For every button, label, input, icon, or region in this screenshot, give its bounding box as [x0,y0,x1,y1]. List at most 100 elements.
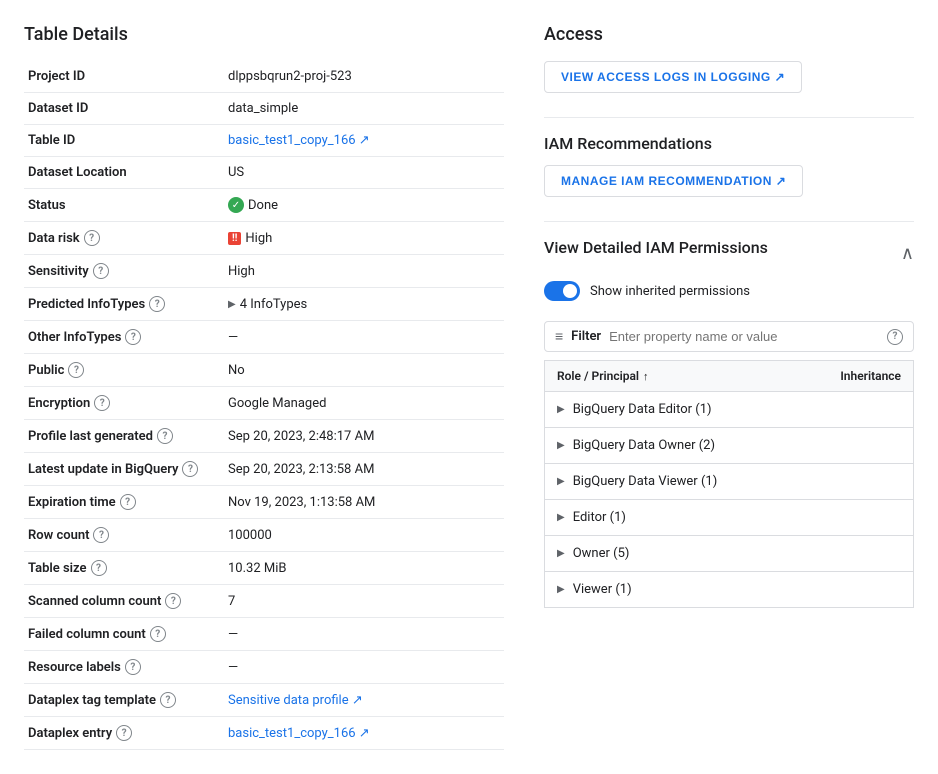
table-row: Row count?100000 [24,519,504,552]
table-row: Dataset IDdata_simple [24,93,504,125]
chevron-right-icon: ▶ [557,584,565,595]
row-label: Dataset Location [28,165,127,180]
row-label: Predicted InfoTypes [28,297,145,312]
table-details: Project ID dlppsbqrun2-proj-523 Dataset ID… [24,61,504,750]
table-row: Status ✓Done [24,189,504,222]
row-link[interactable]: basic_test1_copy_166 ↗ [228,726,370,741]
iam-permissions-section: View Detailed IAM Permissions ∧ Show inh… [544,238,914,608]
row-label: Table size [28,561,87,576]
role-row[interactable]: ▶Owner (5) [544,535,914,571]
chevron-right-icon: ▶ [557,476,565,487]
row-value: US [228,165,244,180]
row-value: 10.32 MiB [228,561,287,576]
table-row: Encryption?Google Managed [24,387,504,420]
help-icon[interactable]: ? [93,527,109,543]
help-icon[interactable]: ? [182,461,198,477]
row-label: Public [28,363,64,378]
show-inherited-toggle[interactable] [544,281,580,301]
inheritance-col-header: Inheritance [840,369,901,383]
help-icon[interactable]: ? [165,593,181,609]
row-link[interactable]: Sensitive data profile ↗ [228,693,363,708]
row-label: Scanned column count [28,594,161,609]
table-row: Data risk? ‼ High [24,222,504,255]
row-label: Data risk [28,231,80,246]
collapse-icon[interactable]: ∧ [901,243,914,264]
role-label: BigQuery Data Viewer (1) [573,474,901,489]
table-row: Expiration time?Nov 19, 2023, 1:13:58 AM [24,486,504,519]
role-label: Editor (1) [573,510,901,525]
risk-high: ‼ High [228,231,500,246]
row-link[interactable]: basic_test1_copy_166 ↗ [228,133,370,148]
chevron-right-icon: ▶ [557,512,565,523]
row-label: Status [28,198,66,213]
help-icon[interactable]: ? [125,659,141,675]
chevron-right-icon: ▶ [557,548,565,559]
status-done: ✓Done [228,197,500,213]
infotypes-row[interactable]: ▶4 InfoTypes [228,297,500,312]
role-label: Viewer (1) [573,582,901,597]
help-icon[interactable]: ? [68,362,84,378]
row-value: — [228,660,238,675]
access-title: Access [544,24,914,45]
table-row: Other InfoTypes?— [24,321,504,354]
help-icon[interactable]: ? [116,725,132,741]
help-icon[interactable]: ? [125,329,141,345]
table-row: Predicted InfoTypes? ▶4 InfoTypes [24,288,504,321]
filter-help-icon[interactable]: ? [887,329,903,345]
sort-icon[interactable]: ↑ [643,370,649,383]
table-row: Project ID dlppsbqrun2-proj-523 [24,61,504,93]
table-row: Resource labels? — [24,651,504,684]
table-row: Profile last generated?Sep 20, 2023, 2:4… [24,420,504,453]
filter-input[interactable] [609,329,879,344]
role-principal-col-header: Role / Principal ↑ [557,369,840,383]
filter-label: Filter [571,329,601,344]
table-row: Public? No [24,354,504,387]
help-icon[interactable]: ? [120,494,136,510]
row-value: Google Managed [228,396,326,411]
status-check-icon: ✓ [228,197,244,213]
divider-2 [544,221,914,222]
help-icon[interactable]: ? [157,428,173,444]
row-label: Table ID [28,133,75,148]
risk-label: High [245,231,272,246]
table-row: Table size? 10.32 MiB [24,552,504,585]
table-row: Table ID basic_test1_copy_166 ↗ [24,125,504,157]
row-value: data_simple [228,101,298,116]
row-label: Dataplex entry [28,726,112,741]
help-icon[interactable]: ? [91,560,107,576]
role-row[interactable]: ▶BigQuery Data Owner (2) [544,427,914,463]
role-row[interactable]: ▶ Editor (1) [544,499,914,535]
manage-iam-button[interactable]: MANAGE IAM RECOMMENDATION ↗ [544,165,803,197]
row-label: Expiration time [28,495,116,510]
help-icon[interactable]: ? [93,263,109,279]
row-label: Project ID [28,69,85,84]
row-label: Profile last generated [28,429,153,444]
row-value: 7 [228,594,235,609]
row-label: Sensitivity [28,264,89,279]
row-label: Other InfoTypes [28,330,121,345]
row-value: High [228,264,255,279]
chevron-right-icon: ▶ [557,440,565,451]
chevron-right-icon: ▶ [228,299,236,310]
row-value: 100000 [228,528,272,543]
row-value: dlppsbqrun2-proj-523 [228,69,352,84]
row-value: No [228,363,245,378]
role-row[interactable]: ▶ BigQuery Data Viewer (1) [544,463,914,499]
row-label: Resource labels [28,660,121,675]
help-icon[interactable]: ? [94,395,110,411]
view-access-logs-button[interactable]: VIEW ACCESS LOGS IN LOGGING ↗ [544,61,802,93]
help-icon[interactable]: ? [149,296,165,312]
iam-recommendations-title: IAM Recommendations [544,134,914,153]
table-row: Dataset Location US [24,157,504,189]
role-row[interactable]: ▶ Viewer (1) [544,571,914,608]
table-row: Scanned column count? 7 [24,585,504,618]
risk-badge: ‼ [228,232,241,245]
roles-table-header: Role / Principal ↑ Inheritance [544,360,914,391]
role-row[interactable]: ▶BigQuery Data Editor (1) [544,391,914,427]
filter-icon: ≡ [555,328,563,345]
access-section: Access VIEW ACCESS LOGS IN LOGGING ↗ [544,24,914,93]
table-row: Failed column count?— [24,618,504,651]
row-label: Latest update in BigQuery [28,462,178,477]
help-icon[interactable]: ? [150,626,166,642]
help-icon[interactable]: ? [84,230,100,246]
